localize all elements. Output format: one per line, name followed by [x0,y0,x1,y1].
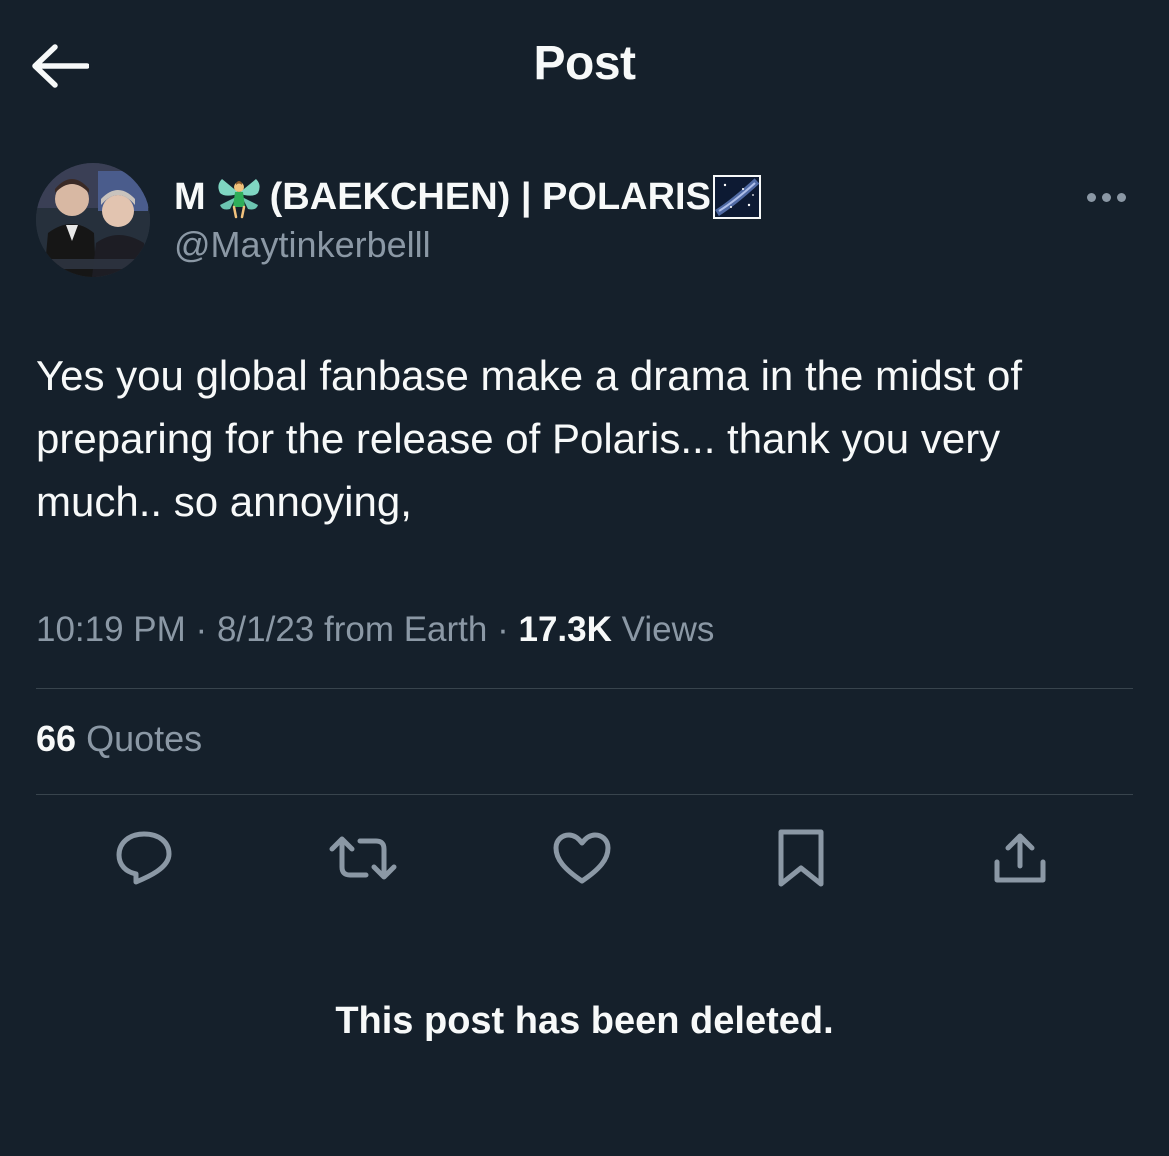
meta-separator: · [195,610,208,649]
author-names: M (BAEKCHEN) | POLARIS @Maytinkerbelll [174,173,761,267]
display-name-prefix: M [174,176,206,218]
top-bar: Post [0,0,1169,130]
share-icon [994,833,1046,883]
heart-icon [553,832,611,884]
quotes-stat[interactable]: 66 Quotes [36,718,202,760]
post-source: from Earth [323,610,488,649]
reply-button[interactable] [106,820,182,896]
page-title: Post [533,37,636,90]
share-button[interactable] [982,820,1058,896]
author-handle[interactable]: @Maytinkerbelll [174,223,761,267]
avatar[interactable] [36,163,150,277]
post-text: Yes you global fanbase make a drama in t… [36,352,1034,525]
quotes-count: 66 [36,718,77,759]
divider [36,794,1133,795]
views-label: Views [621,610,715,649]
bookmark-icon [778,829,824,887]
more-dots-icon [1116,192,1126,202]
action-bar [0,820,1169,896]
more-dots-icon [1101,192,1111,202]
like-button[interactable] [544,820,620,896]
fairy-icon [214,175,264,219]
retweet-button[interactable] [325,820,401,896]
display-name[interactable]: M (BAEKCHEN) | POLARIS [174,173,761,221]
views-count: 17.3K [518,610,612,649]
quotes-label: Quotes [86,718,203,759]
divider [36,688,1133,689]
reply-icon [116,831,172,885]
more-dots-icon [1086,192,1096,202]
post-meta: 10:19 PM · 8/1/23 from Earth · 17.3K Vie… [36,610,714,650]
post-date[interactable]: 8/1/23 [217,610,314,649]
post-time[interactable]: 10:19 PM [36,610,186,649]
retweet-icon [329,836,397,880]
post-author: M (BAEKCHEN) | POLARIS @Maytinkerbelll [36,163,1136,283]
display-name-main: (BAEKCHEN) | POLARIS [269,176,711,218]
more-options-button[interactable] [1076,181,1136,213]
deleted-notice: This post has been deleted. [335,1000,834,1042]
avatar-photo [36,163,150,277]
meta-separator: · [497,610,509,649]
milky-way-icon [712,175,761,219]
bookmark-button[interactable] [763,820,839,896]
